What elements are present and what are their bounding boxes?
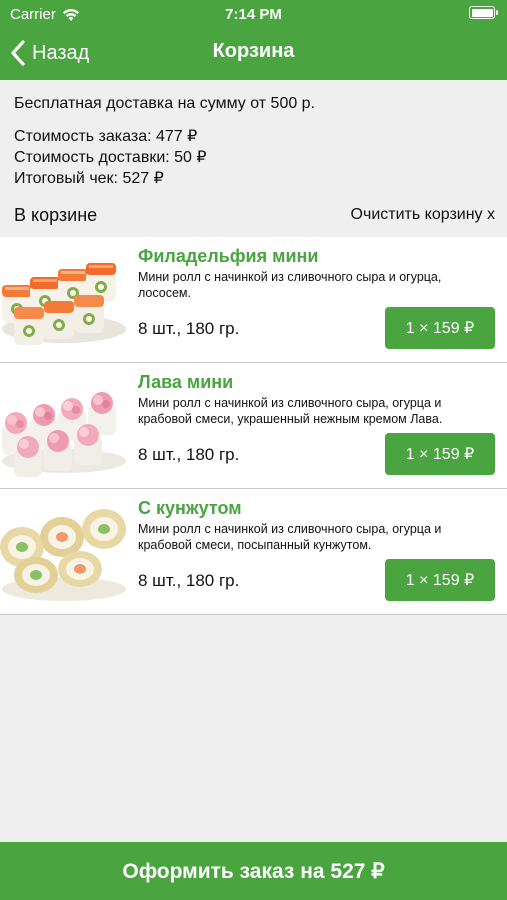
navigation-bar: Назад Корзина [0,28,507,80]
cart-item: Филадельфия мини Мини ролл с начинкой из… [0,237,507,363]
order-summary: Бесплатная доставка на сумму от 500 р. С… [14,93,494,189]
clear-cart-button[interactable]: Очистить корзину x [351,206,495,224]
item-description: Мини ролл с начинкой из сливочного сыра … [138,270,442,300]
product-image-philadelphia [0,243,128,357]
item-weight: 8 шт., 180 гр. [138,571,240,590]
page-title: Корзина [212,40,295,62]
header-bar: Carrier 7:14 PM Назад Корзина [0,0,507,80]
item-description: Мини ролл с начинкой из сливочного сыра,… [138,396,443,426]
cart-item: Лава мини Мини ролл с начинкой из сливоч… [0,363,507,489]
cart-header: В корзине Очистить корзину x [14,203,495,227]
product-image-sesame [0,495,128,609]
item-weight: 8 шт., 180 гр. [138,319,240,338]
order-total: Итоговый чек: 527 ₽ [14,170,164,187]
cart-item: С кунжутом Мини ролл с начинкой из сливо… [0,489,507,615]
status-time: 7:14 PM [225,6,282,23]
product-image-lava [0,369,128,483]
quantity-price-button[interactable]: 1 × 159 ₽ [385,433,495,475]
checkout-button[interactable]: Оформить заказ на 527 ₽ [0,842,507,900]
status-bar: Carrier 7:14 PM [0,0,507,28]
battery-icon [469,6,498,19]
item-name: Лава мини [138,372,234,392]
order-cost: Стоимость заказа: 477 ₽ [14,128,198,145]
delivery-cost: Стоимость доставки: 50 ₽ [14,149,207,166]
free-delivery-note: Бесплатная доставка на сумму от 500 р. [14,95,316,112]
item-description: Мини ролл с начинкой из сливочного сыра,… [138,522,442,552]
item-weight: 8 шт., 180 гр. [138,445,240,464]
cart-list: Филадельфия мини Мини ролл с начинкой из… [0,237,507,615]
item-name: С кунжутом [138,498,242,518]
item-name: Филадельфия мини [138,246,319,266]
quantity-price-button[interactable]: 1 × 159 ₽ [385,559,495,601]
quantity-price-button[interactable]: 1 × 159 ₽ [385,307,495,349]
cart-title: В корзине [14,204,98,225]
